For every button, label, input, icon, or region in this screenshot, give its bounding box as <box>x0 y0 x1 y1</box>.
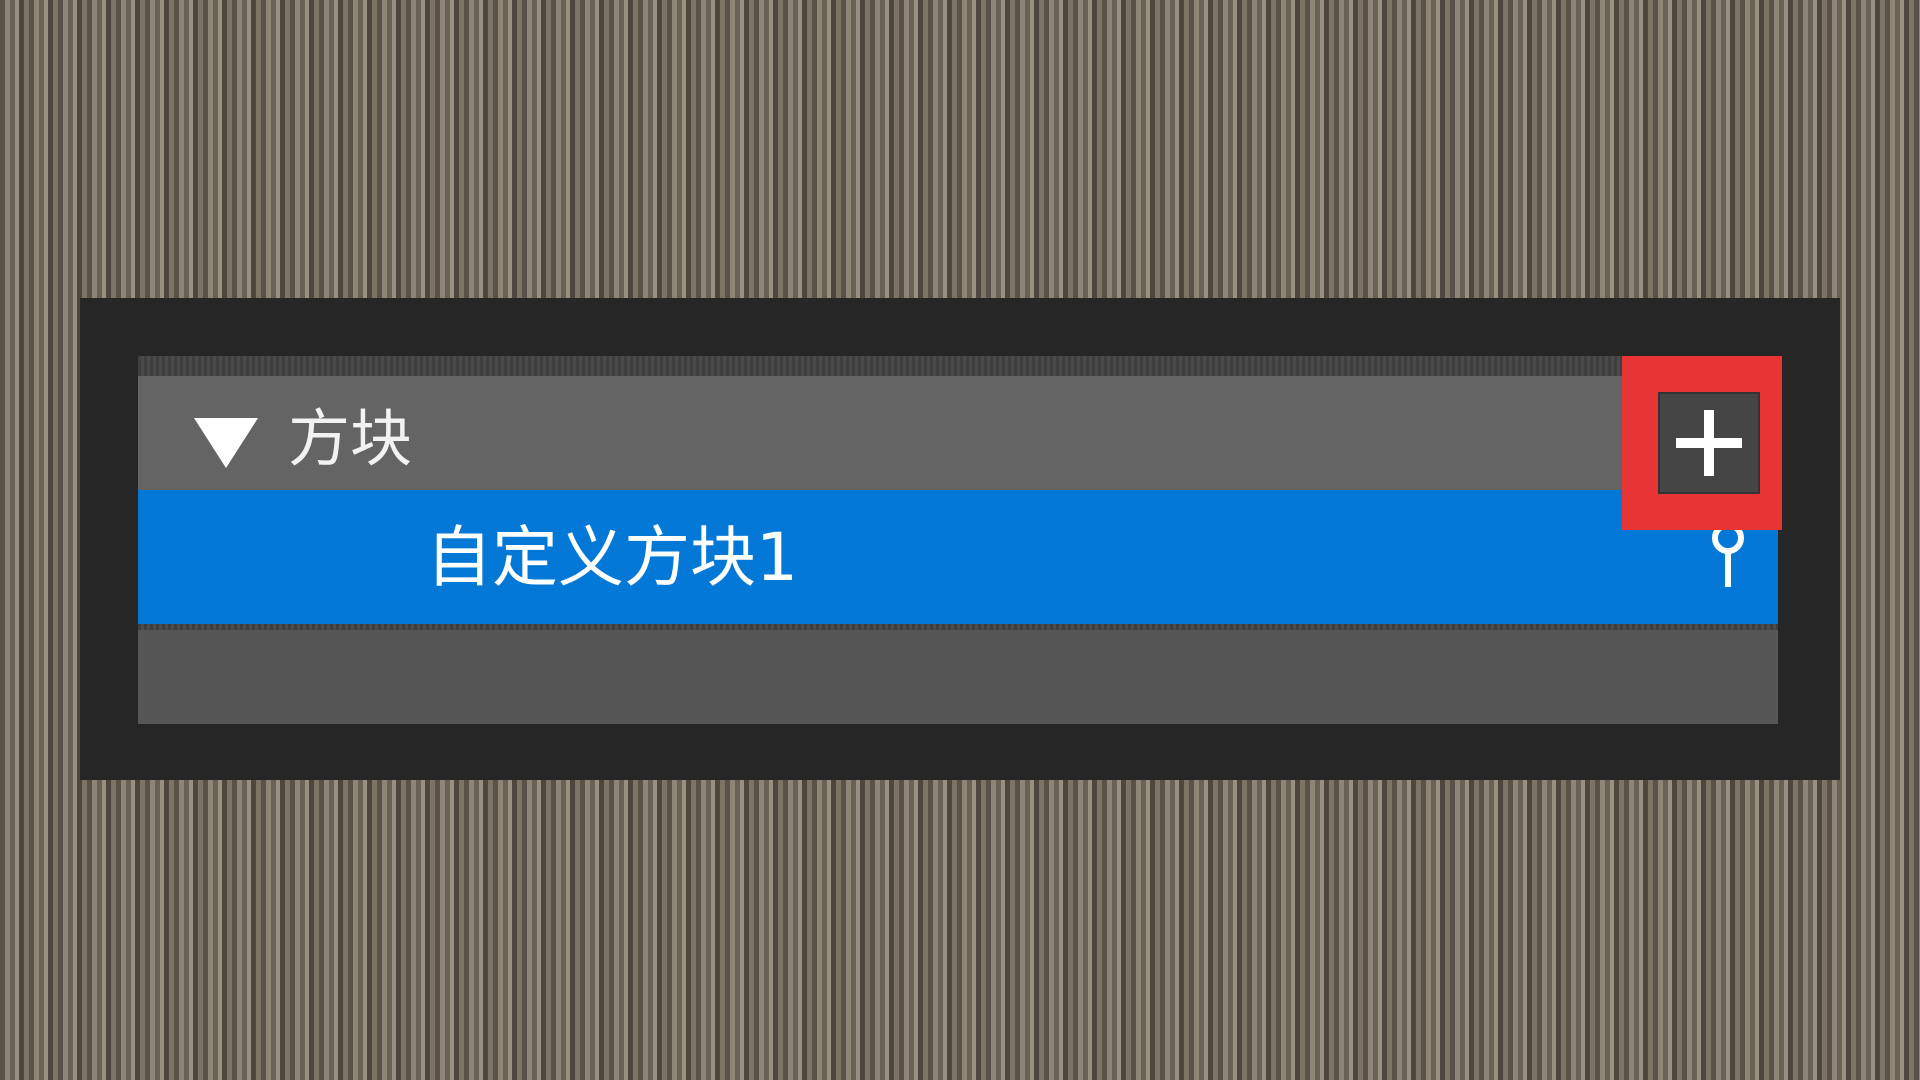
block-list-panel: 方块 自定义方块1 <box>80 298 1840 780</box>
add-button[interactable] <box>1658 392 1760 494</box>
empty-row <box>138 630 1778 724</box>
item-label: 自定义方块1 <box>426 519 798 596</box>
category-label: 方块 <box>288 402 413 475</box>
triangle-down-icon[interactable] <box>194 418 258 468</box>
add-button-highlight <box>1622 356 1782 530</box>
plus-icon <box>1660 394 1758 492</box>
block-list-inner: 方块 自定义方块1 <box>138 356 1778 724</box>
pin-icon[interactable] <box>1706 520 1750 590</box>
category-row-blocks[interactable]: 方块 <box>138 376 1778 490</box>
top-divider <box>138 356 1778 376</box>
list-item[interactable]: 自定义方块1 <box>138 490 1778 624</box>
